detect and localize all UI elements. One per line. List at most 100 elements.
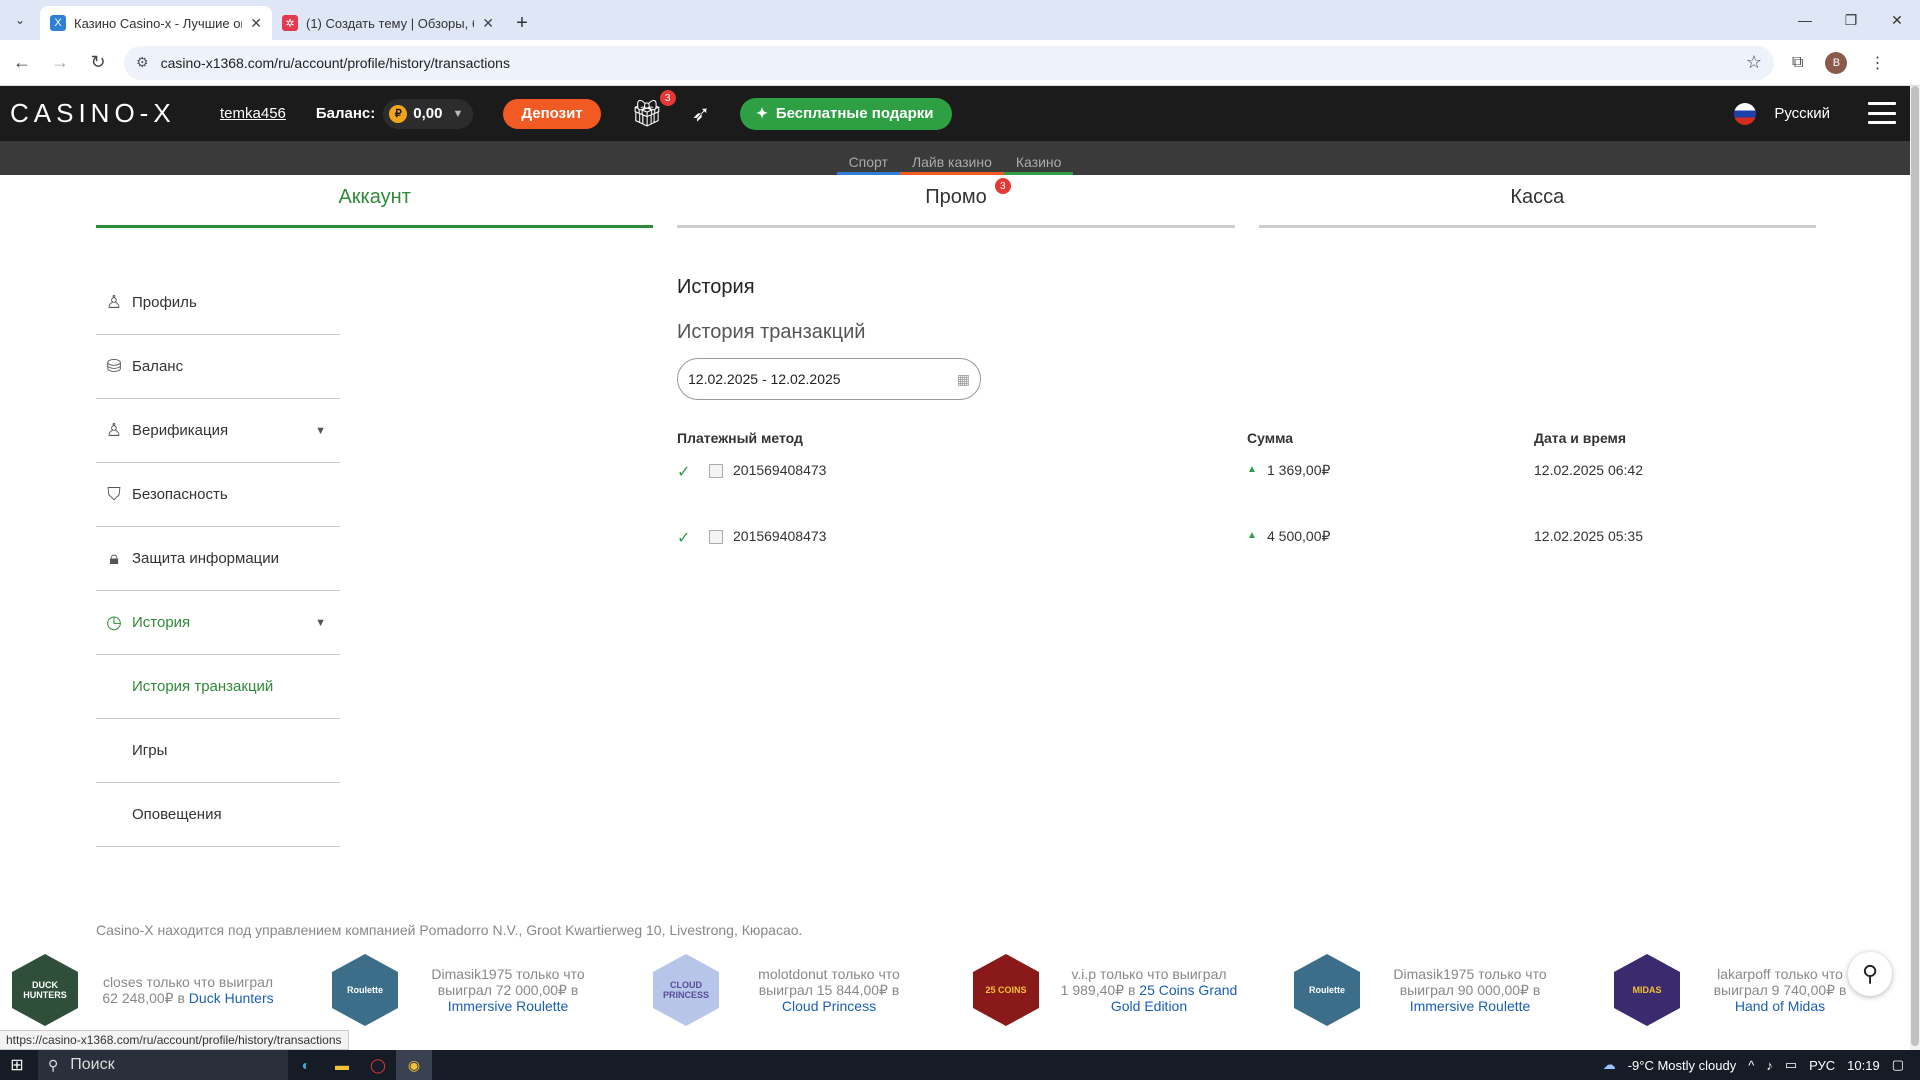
payment-method: 201569408473 — [733, 528, 827, 544]
windows-taskbar: ⊞ ⚲ Поиск ◐ ▬ ◯ ◉ ☁ -9°C Mostly cloudy ^ … — [0, 1050, 1920, 1080]
profile-avatar[interactable]: B — [1825, 51, 1848, 74]
input-language[interactable]: РУС — [1809, 1058, 1835, 1073]
tab-cashier[interactable]: Касса — [1258, 186, 1816, 228]
game-link[interactable]: Cloud Princess — [782, 998, 876, 1014]
subnav-sport[interactable]: Спорт — [836, 154, 900, 175]
language-selector[interactable]: Русский — [1734, 86, 1830, 141]
game-link[interactable]: Immersive Roulette — [1410, 998, 1531, 1014]
subnav-casino[interactable]: Казино — [1003, 154, 1074, 175]
table-row[interactable]: ✓ 201569408473 ▲ 1 369,00₽ 12.02.2025 06… — [677, 462, 1817, 482]
url-field[interactable]: ⚙ casino-x1368.com/ru/account/profile/hi… — [124, 45, 1774, 80]
restore-icon[interactable]: ❐ — [1828, 0, 1874, 40]
browser-menu-icon[interactable]: ⋮ — [1869, 53, 1885, 73]
casino-x-logo[interactable]: CASINO-X — [10, 98, 210, 129]
side-item-data-protection[interactable]: 🔒︎ Защита информации — [96, 527, 340, 591]
side-item-verification[interactable]: ♙ Верификация ▼ — [96, 399, 340, 463]
notifications-icon[interactable]: ▢ — [1892, 1057, 1904, 1073]
winner-item[interactable]: CLOUD PRINCESS molotdonut только что выиг… — [653, 954, 919, 1026]
section-title: История транзакций — [677, 321, 866, 343]
weather-text[interactable]: -9°C Mostly cloudy — [1628, 1058, 1737, 1073]
windows-start-icon[interactable]: ⊞ — [0, 1050, 34, 1080]
winner-item[interactable]: 25 COINS v.i.p только что выиграл 1 989,4… — [973, 954, 1239, 1026]
site-info-icon[interactable]: ⚙ — [136, 54, 149, 71]
language-label: Русский — [1774, 105, 1830, 122]
weather-icon[interactable]: ☁ — [1603, 1057, 1616, 1073]
ruble-coin-icon: ₽ — [389, 104, 408, 123]
side-item-label: Верификация — [132, 422, 229, 439]
winner-item[interactable]: MIDAS lakarpoff только что выиграл 9 740,… — [1614, 954, 1860, 1026]
close-tab-icon[interactable]: ✕ — [250, 15, 262, 32]
side-item-security[interactable]: ⛉ Безопасность — [96, 463, 340, 527]
url-text[interactable]: casino-x1368.com/ru/account/profile/hist… — [161, 55, 1746, 71]
chrome-icon[interactable]: ◉ — [396, 1050, 432, 1080]
volume-icon[interactable]: ♪ — [1766, 1058, 1773, 1073]
minimize-icon[interactable]: — — [1782, 0, 1828, 40]
tray-expand-icon[interactable]: ^ — [1748, 1058, 1754, 1073]
username-link[interactable]: temka456 — [220, 105, 286, 122]
search-icon: ⚲ — [48, 1056, 59, 1073]
tab-account[interactable]: Аккаунт — [96, 186, 654, 228]
game-thumbnail[interactable]: MIDAS — [1614, 954, 1680, 1026]
arrow-up-icon: ▲ — [1247, 530, 1257, 541]
side-item-transaction-history[interactable]: История транзакций — [96, 655, 340, 719]
tab-search-icon[interactable]: ⌄ — [0, 0, 40, 40]
calendar-icon[interactable]: ▦ — [957, 371, 970, 388]
winner-amount: 1 989,40₽ в — [1060, 982, 1136, 998]
subnav-live-casino[interactable]: Лайв казино — [899, 154, 1004, 175]
scrollbar-thumb[interactable] — [1911, 86, 1919, 1046]
deposit-button[interactable]: Депозит — [503, 98, 601, 129]
file-explorer-icon[interactable]: ▬ — [324, 1050, 360, 1080]
winner-item[interactable]: Roulette Dimasik1975 только что выиграл 9… — [1294, 954, 1560, 1026]
network-icon[interactable]: ▭ — [1785, 1057, 1797, 1073]
bookmark-star-icon[interactable]: ☆ — [1746, 52, 1762, 73]
forward-icon[interactable]: → — [44, 47, 76, 79]
browser-tab-forum[interactable]: ✲ (1) Создать тему | Обзоры, бо ✕ — [272, 6, 504, 40]
back-icon[interactable]: ← — [6, 47, 38, 79]
free-gifts-button[interactable]: ✦ Бесплатные подарки — [740, 97, 952, 130]
sub-navigation: Спорт Лайв казино Казино — [0, 141, 1910, 175]
game-thumbnail[interactable]: 25 COINS — [973, 954, 1039, 1026]
side-item-label: Безопасность — [132, 486, 228, 503]
tab-title: Казино Casino-x - Лучшие он — [74, 15, 243, 31]
clock[interactable]: 10:19 — [1847, 1058, 1880, 1073]
side-item-games[interactable]: Игры — [96, 719, 340, 783]
close-window-icon[interactable]: ✕ — [1874, 0, 1920, 40]
game-thumbnail[interactable]: Roulette — [1294, 954, 1360, 1026]
balance-dropdown[interactable]: ₽ 0,00 ▼ — [383, 98, 474, 129]
reload-icon[interactable]: ↻ — [82, 47, 114, 79]
search-chat-icon[interactable]: ⚲ — [1848, 952, 1892, 996]
date-range-picker[interactable]: 12.02.2025 - 12.02.2025 ▦ — [677, 358, 981, 400]
game-thumbnail[interactable]: CLOUD PRINCESS — [653, 954, 719, 1026]
game-link[interactable]: Duck Hunters — [189, 990, 274, 1006]
taskbar-search-label: Поиск — [70, 1056, 115, 1073]
game-thumbnail[interactable]: Roulette — [332, 954, 398, 1026]
taskbar-search[interactable]: ⚲ Поиск — [38, 1050, 288, 1080]
side-item-notifications[interactable]: Оповещения — [96, 783, 340, 847]
close-tab-icon[interactable]: ✕ — [482, 15, 494, 32]
page-scrollbar[interactable] — [1910, 86, 1920, 1050]
side-item-history[interactable]: ◷ История ▼ — [96, 591, 340, 655]
table-row[interactable]: ✓ 201569408473 ▲ 4 500,00₽ 12.02.2025 05… — [677, 528, 1817, 548]
edge-icon[interactable]: ◐ — [288, 1050, 324, 1080]
side-item-balance[interactable]: ⛁ Баланс — [96, 335, 340, 399]
opera-icon[interactable]: ◯ — [360, 1050, 396, 1080]
browser-tab-casino[interactable]: X Казино Casino-x - Лучшие он ✕ — [40, 6, 272, 40]
tab-promo[interactable]: Промо 3 — [677, 178, 1235, 228]
chevron-down-icon: ▼ — [452, 107, 464, 120]
side-item-label: Оповещения — [132, 806, 222, 823]
game-thumbnail[interactable]: DUCK HUNTERS — [12, 954, 78, 1026]
side-item-profile[interactable]: ♙ Профиль — [96, 271, 340, 335]
winner-item[interactable]: DUCK HUNTERS closes только что выиграл 62… — [12, 954, 278, 1026]
game-link[interactable]: Immersive Roulette — [448, 998, 569, 1014]
winner-text: molotdonut только что — [758, 966, 900, 982]
gift-icon[interactable]: 🎁︎ 3 — [631, 90, 676, 129]
winner-item[interactable]: Roulette Dimasik1975 только что выиграл 7… — [332, 954, 598, 1026]
game-link[interactable]: Hand of Midas — [1735, 998, 1825, 1014]
side-item-label: История — [132, 614, 191, 631]
rocket-icon[interactable]: ➶ — [692, 101, 710, 127]
gift-badge: 3 — [659, 90, 676, 106]
date-range-value[interactable]: 12.02.2025 - 12.02.2025 — [688, 371, 957, 387]
hamburger-menu-icon[interactable] — [1868, 102, 1896, 124]
extensions-icon[interactable]: ⧉ — [1792, 54, 1803, 72]
new-tab-button[interactable]: + — [504, 6, 540, 40]
